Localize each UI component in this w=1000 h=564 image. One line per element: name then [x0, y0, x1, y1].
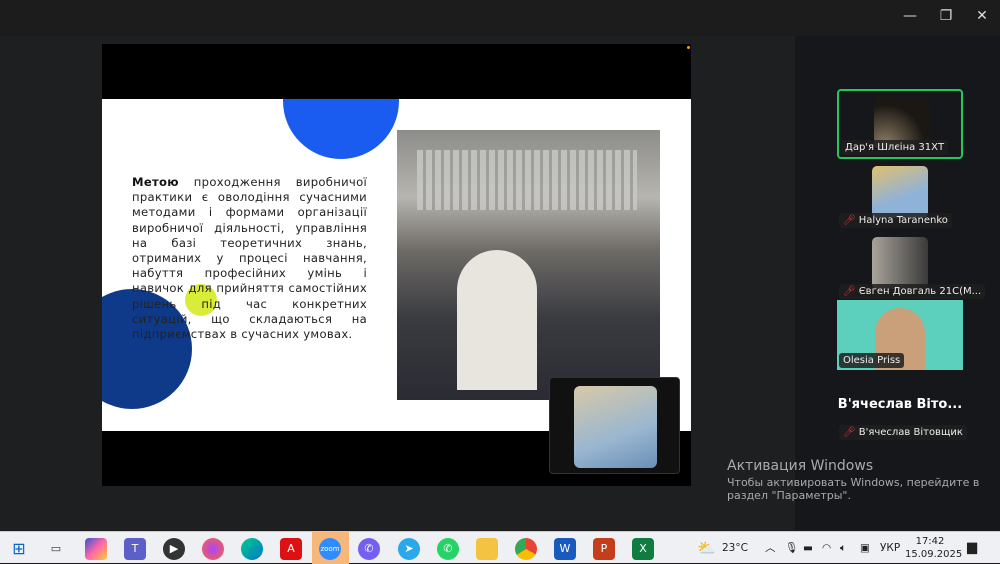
clock[interactable]: 17:42 15.09.2025 — [905, 535, 963, 561]
blue-circle — [283, 99, 399, 159]
weather-temp[interactable]: 23°C — [722, 532, 748, 564]
wifi-icon[interactable]: ◠ — [822, 532, 831, 564]
whatsapp-icon[interactable]: ✆ — [437, 538, 459, 560]
windows-start-icon[interactable]: ⊞ — [8, 538, 30, 560]
participant-tile[interactable]: 🎤︎ Halyna Taranenko — [837, 160, 963, 230]
copilot-icon[interactable] — [85, 538, 107, 560]
kitchen-photo — [397, 130, 660, 400]
powerpoint-icon[interactable]: P — [593, 538, 615, 560]
slide-body: проходження виробничої практики є оволод… — [132, 175, 367, 342]
volume-icon[interactable]: 🔈︎ — [840, 532, 846, 564]
activation-line1: Чтобы активировать Windows, перейдите в — [727, 476, 980, 489]
file-explorer-icon[interactable] — [476, 538, 498, 560]
telegram-icon[interactable]: ➤ — [398, 538, 420, 560]
slide-text: Метою проходження виробничої практики є … — [132, 175, 367, 342]
mic-muted-icon: 🎤︎ — [843, 427, 856, 438]
minimize-icon[interactable]: — — [900, 8, 920, 26]
participant-tile[interactable]: 🎤︎ В'ячеслав Вітовщик — [837, 372, 967, 442]
taskbar: ⊞ ▭ T ▶ A zoom ✆ ➤ ✆ W P X ⛅ 23°C ︿ 🎙︎ ▬… — [0, 531, 1000, 564]
activation-line2: раздел "Параметры". — [727, 489, 851, 502]
camera-icon[interactable]: ▣ — [860, 532, 870, 564]
task-view-icon[interactable]: ▭ — [45, 538, 67, 560]
recording-dot — [687, 46, 690, 49]
participant-tile[interactable]: Olesia Priss — [837, 300, 963, 370]
viber-icon[interactable]: ✆ — [358, 538, 380, 560]
participant-name: В'ячеслав Вітовщик — [858, 427, 963, 438]
mic-muted-icon: 🎤︎ — [843, 286, 856, 297]
title-bar: — ❐ ✕ — [0, 0, 1000, 36]
participant-tile[interactable]: 🎤︎ Євген Довгаль 21С(М... — [837, 231, 986, 301]
battery-icon[interactable]: ▬ — [803, 532, 813, 564]
notification-icon[interactable]: ▆ — [967, 532, 977, 564]
excel-icon[interactable]: X — [632, 538, 654, 560]
acrobat-icon[interactable]: A — [280, 538, 302, 560]
chevron-up-icon[interactable]: ︿ — [765, 532, 776, 564]
weather-icon[interactable]: ⛅ — [697, 532, 716, 564]
media-player-icon[interactable]: ▶ — [163, 538, 185, 560]
close-icon[interactable]: ✕ — [972, 8, 992, 26]
participant-name: Дар'я Шлєіна 31ХТ — [845, 142, 945, 153]
self-view-video[interactable] — [549, 377, 680, 474]
word-icon[interactable]: W — [554, 538, 576, 560]
language-indicator[interactable]: УКР — [880, 532, 900, 564]
participant-tile[interactable]: Дар'я Шлєіна 31ХТ — [837, 89, 963, 159]
time: 17:42 — [915, 536, 945, 547]
activation-title: Активация Windows — [727, 458, 874, 474]
participant-name: Olesia Priss — [843, 355, 901, 366]
microphone-icon[interactable]: 🎙︎ — [785, 532, 798, 564]
zoom-taskbar-button[interactable]: zoom — [312, 532, 349, 564]
firefox-icon[interactable] — [202, 538, 224, 560]
date: 15.09.2025 — [905, 549, 963, 560]
zoom-icon: zoom — [319, 538, 341, 560]
participant-name: Євген Довгаль 21С(М... — [858, 286, 982, 297]
edge-icon[interactable] — [241, 538, 263, 560]
slide-heading: Метою — [132, 175, 179, 189]
restore-icon[interactable]: ❐ — [936, 8, 956, 26]
windows-activation-watermark: Активация Windows Чтобы активировать Win… — [727, 458, 979, 502]
mic-muted-icon: 🎤︎ — [843, 215, 856, 226]
participant-name: Halyna Taranenko — [858, 215, 948, 226]
chrome-icon[interactable] — [515, 538, 537, 560]
teams-icon[interactable]: T — [124, 538, 146, 560]
